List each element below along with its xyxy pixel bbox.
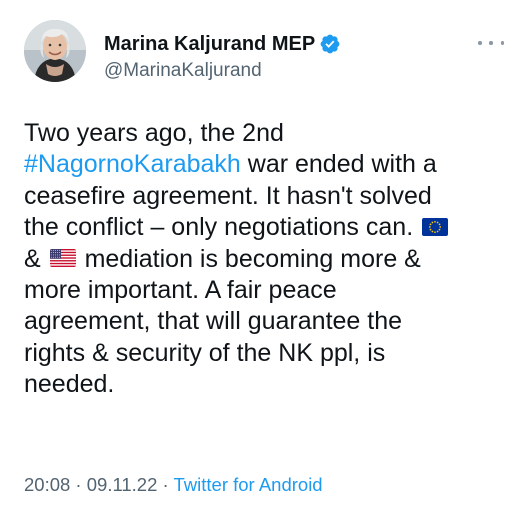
- tweet-text-segment: &: [24, 244, 48, 273]
- tweet-text-segment: war ended with a: [240, 150, 437, 179]
- tweet-card: Marina Kaljurand MEP @MarinaKaljurand Tw…: [0, 0, 526, 509]
- tweet-text-segment: rights & security of the NK ppl, is: [24, 338, 386, 367]
- dot: [500, 41, 504, 45]
- tweet-text-segment: needed.: [24, 370, 115, 399]
- tweet-line: more important. A fair peace: [24, 275, 510, 306]
- tweet-line: the conflict – only negotiations can.: [24, 212, 510, 243]
- tweet-date[interactable]: 09.11.22: [87, 474, 158, 495]
- meta-separator: ·: [70, 474, 87, 495]
- hashtag-link[interactable]: #NagornoKarabakh: [24, 150, 241, 178]
- more-dots-icon[interactable]: [478, 36, 504, 50]
- eu-flag-icon: [422, 217, 449, 236]
- dot: [478, 41, 482, 45]
- dot: [489, 41, 493, 45]
- tweet-line: & mediation is becoming more &: [24, 244, 510, 275]
- tweet-line: #NagornoKarabakh war ended with a: [24, 149, 510, 180]
- tweet-text-segment: mediation is becoming more &: [77, 244, 421, 273]
- tweet-text-segment: more important. A fair peace: [24, 276, 337, 305]
- tweet-line: Two years ago, the 2nd: [24, 118, 510, 149]
- author-name-row[interactable]: Marina Kaljurand MEP: [104, 32, 341, 56]
- us-flag-icon: [49, 249, 76, 268]
- tweet-line: ceasefire agreement. It hasn't solved: [24, 181, 510, 212]
- author-handle[interactable]: @MarinaKaljurand: [104, 60, 262, 82]
- tweet-text-segment: the conflict – only negotiations can.: [24, 213, 421, 242]
- display-name[interactable]: Marina Kaljurand MEP: [104, 33, 315, 56]
- tweet-text-segment: Two years ago, the 2nd: [24, 119, 284, 147]
- verified-badge-icon: [319, 33, 341, 55]
- profile-photo-avatar: [24, 20, 86, 82]
- tweet-line: rights & security of the NK ppl, is: [24, 338, 510, 369]
- tweet-line: needed.: [24, 369, 510, 400]
- tweet-meta: 20:08 · 09.11.22 · Twitter for Android: [24, 474, 323, 496]
- tweet-line: agreement, that will guarantee the: [24, 306, 510, 337]
- tweet-text-segment: ceasefire agreement. It hasn't solved: [24, 181, 432, 210]
- meta-separator: ·: [157, 474, 174, 495]
- tweet-text-segment: agreement, that will guarantee the: [24, 307, 403, 336]
- tweet-time[interactable]: 20:08: [24, 474, 70, 495]
- tweet-source-link[interactable]: Twitter for Android: [174, 474, 323, 495]
- tweet-text: Two years ago, the 2nd #NagornoKarabakh w…: [24, 118, 510, 401]
- avatar[interactable]: [24, 20, 86, 82]
